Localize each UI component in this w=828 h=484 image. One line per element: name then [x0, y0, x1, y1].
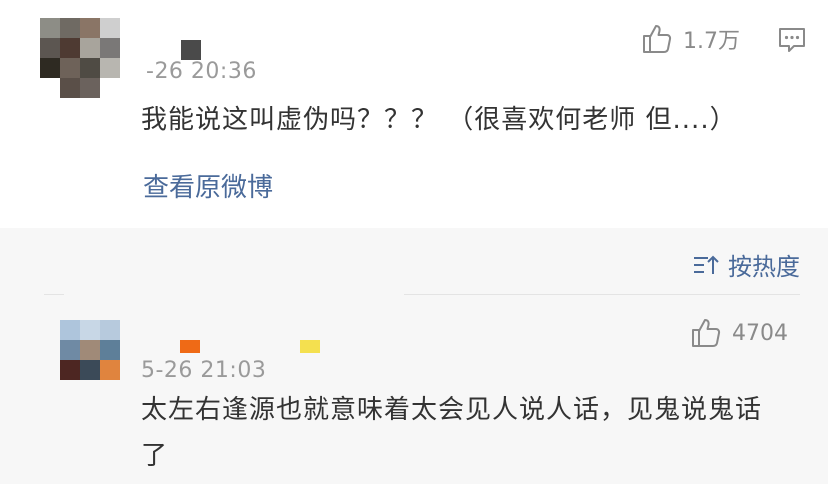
reply-like-count: 4704 — [732, 320, 788, 346]
reply-username-redacted[interactable] — [180, 340, 200, 353]
thumbs-up-icon — [692, 319, 721, 347]
section-divider — [404, 294, 800, 295]
reply-badge-redacted — [300, 340, 320, 353]
post-time: -26 20:36 — [146, 59, 257, 84]
reply-time: 5-26 21:03 — [141, 358, 267, 383]
post-text: 我能说这叫虚伪吗？？？ （很喜欢何老师 但....） — [141, 105, 737, 135]
reply-avatar[interactable] — [60, 320, 120, 380]
reply-like-button[interactable]: 4704 — [690, 317, 788, 349]
post-like-button[interactable]: 1.7万 — [641, 23, 740, 55]
section-divider — [44, 294, 64, 295]
post-like-count: 1.7万 — [683, 29, 740, 54]
view-original-weibo-link[interactable]: 查看原微博 — [143, 167, 273, 204]
replies-section: 按热度 4704 5-26 21:03 太左右逢源也就意味着太会见人说人话，见鬼… — [0, 228, 828, 484]
username-redacted[interactable] — [181, 40, 201, 60]
comment-icon[interactable] — [777, 26, 807, 54]
reply-text: 太左右逢源也就意味着太会见人说人话，见鬼说鬼话了 — [141, 395, 763, 471]
avatar[interactable] — [40, 18, 120, 98]
thumbs-up-icon — [643, 25, 672, 53]
sort-label: 按热度 — [728, 253, 800, 281]
sort-icon — [694, 255, 719, 274]
sort-by-hot-button[interactable]: 按热度 — [692, 247, 800, 282]
post-section: -26 20:36 1.7万 我能说这叫虚伪吗？？？ （很喜欢何老师 但....… — [0, 0, 828, 228]
